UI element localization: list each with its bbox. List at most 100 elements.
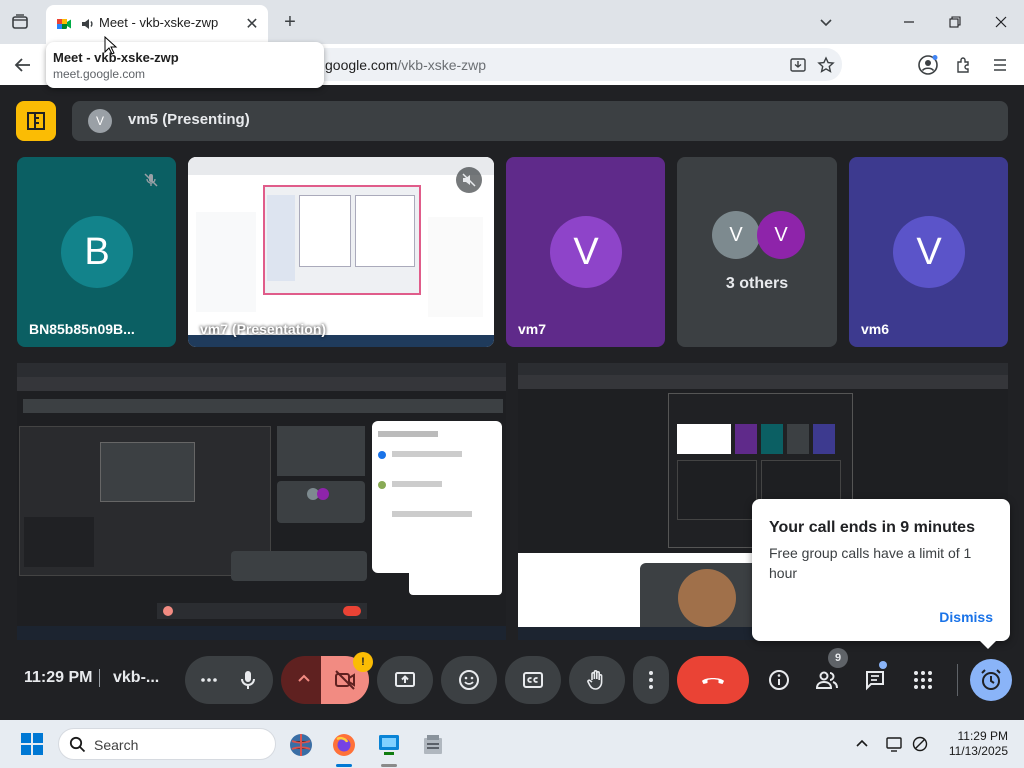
restore-icon[interactable] [941, 8, 969, 36]
tab-search-icon[interactable] [8, 10, 32, 34]
presenter-label: vm5 (Presenting) [128, 111, 250, 128]
clock-date: 11/13/2025 [948, 744, 1008, 758]
avatar: V [88, 109, 112, 133]
shared-screen-window [263, 185, 421, 295]
call-limit-toast: Your call ends in 9 minutes Free group c… [752, 499, 1010, 641]
mouse-cursor-icon [104, 35, 118, 61]
divider [957, 664, 958, 696]
active-app-indicator [336, 764, 352, 767]
camera-warning-badge: ! [353, 652, 373, 672]
install-app-icon[interactable] [788, 55, 808, 75]
others-tile[interactable]: V V 3 others [677, 157, 837, 347]
raise-hand-button[interactable] [569, 656, 625, 704]
browser-tab-bar: Meet - vkb-xske-zwp ✕ + [0, 0, 1024, 44]
chat-icon [866, 671, 884, 691]
participant-tile[interactable]: V vm6 [849, 157, 1008, 347]
profile-icon[interactable] [916, 53, 940, 77]
emoji-icon [459, 670, 479, 690]
more-vert-icon [649, 671, 653, 689]
avatar: B [61, 216, 133, 288]
tooltip-url: meet.google.com [53, 67, 146, 81]
toast-body: Free group calls have a limit of 1 hour [769, 545, 972, 581]
meeting-code[interactable]: vkb-... [113, 669, 159, 687]
tab-close-icon[interactable]: ✕ [242, 14, 262, 34]
menu-icon[interactable] [988, 53, 1012, 77]
timer-button[interactable] [970, 659, 1012, 701]
chevron-up-icon[interactable] [295, 670, 313, 693]
search-icon [69, 736, 86, 758]
mic-group [185, 656, 273, 704]
search-label: Search [94, 737, 139, 753]
presentation-tile[interactable]: vm7 (Presentation) [188, 157, 494, 347]
present-screen-button[interactable] [377, 656, 433, 704]
windows-start-icon[interactable] [20, 732, 44, 761]
url-text: google.com/vkb-xske-zwp [325, 57, 487, 73]
meet-call-area: V vm5 (Presenting) B BN85b85n09B... vm7 … [0, 85, 1024, 720]
people-count-badge: 9 [828, 648, 848, 668]
speaker-icon[interactable] [80, 16, 96, 37]
divider [99, 669, 100, 687]
reactions-button[interactable] [441, 656, 497, 704]
participant-name: vm7 (Presentation) [200, 321, 327, 337]
bookmark-star-icon[interactable] [816, 55, 836, 75]
end-call-icon [702, 678, 724, 684]
close-window-icon[interactable] [987, 8, 1015, 36]
avatar: V [712, 211, 760, 259]
avatar: V [893, 216, 965, 288]
participant-name: vm6 [861, 321, 890, 337]
avatar: V [550, 216, 622, 288]
system-clock[interactable]: 11:29 PM 11/13/2025 [949, 729, 1008, 759]
microphone-icon[interactable] [237, 669, 259, 696]
more-options-button[interactable] [633, 656, 669, 704]
hand-icon [587, 670, 603, 690]
apps-grid-icon [914, 671, 932, 689]
remote-desktop-icon[interactable] [374, 730, 404, 760]
shared-screen-sidebar [196, 212, 256, 312]
app-manager-icon[interactable] [418, 730, 448, 760]
display-icon[interactable] [884, 734, 904, 754]
participant-tile[interactable]: B BN85b85n09B... [17, 157, 176, 347]
back-arrow-icon[interactable] [10, 52, 36, 78]
presentation-toggle-button[interactable] [16, 101, 56, 141]
taskbar-app-globe-icon[interactable] [286, 730, 316, 760]
toast-pointer [980, 641, 996, 649]
windows-taskbar: Search 11:29 PM 11/13/2025 [0, 720, 1024, 768]
tab-title: Meet - vkb-xske-zwp [99, 15, 219, 30]
new-tab-icon[interactable]: + [278, 10, 302, 34]
chevron-down-icon[interactable] [814, 10, 838, 34]
chevron-up-icon[interactable] [852, 734, 872, 754]
network-icon[interactable] [910, 734, 930, 754]
avatar: V [757, 211, 805, 259]
present-icon [395, 672, 415, 687]
taskbar-search-box[interactable]: Search [58, 728, 276, 760]
chat-button[interactable] [855, 656, 895, 704]
dismiss-button[interactable]: Dismiss [939, 609, 993, 625]
speaker-muted-icon [456, 167, 482, 193]
participant-tile[interactable]: V vm7 [506, 157, 665, 347]
open-app-indicator [381, 764, 397, 767]
extensions-puzzle-icon[interactable] [952, 53, 976, 77]
firefox-icon[interactable] [329, 730, 359, 760]
end-call-button[interactable] [677, 656, 749, 704]
meeting-time: 11:29 PM [24, 669, 93, 686]
camera-off-icon [335, 670, 355, 690]
tab-hover-tooltip: Meet - vkb-xske-zwp meet.google.com [46, 42, 324, 88]
toast-title: Your call ends in 9 minutes [769, 519, 975, 536]
others-count-label: 3 others [725, 275, 789, 292]
meet-favicon-icon [56, 16, 72, 37]
presenting-bar[interactable]: V vm5 (Presenting) [72, 101, 1008, 141]
shared-screen-left[interactable] [17, 363, 506, 640]
shared-screen-panel [428, 217, 483, 317]
alarm-clock-icon [981, 669, 1001, 690]
clock-time: 11:29 PM [957, 729, 1008, 743]
browser-tab-meet[interactable]: Meet - vkb-xske-zwp ✕ [46, 5, 268, 44]
captions-button[interactable] [505, 656, 561, 704]
chat-notification-dot [879, 661, 887, 669]
activities-button[interactable] [903, 656, 943, 704]
shared-screen-header [188, 157, 494, 175]
mic-muted-icon [138, 167, 164, 193]
meeting-info-button[interactable] [759, 656, 799, 704]
more-audio-options-icon[interactable] [199, 670, 219, 695]
people-icon [815, 671, 838, 689]
minimize-icon[interactable] [895, 8, 923, 36]
